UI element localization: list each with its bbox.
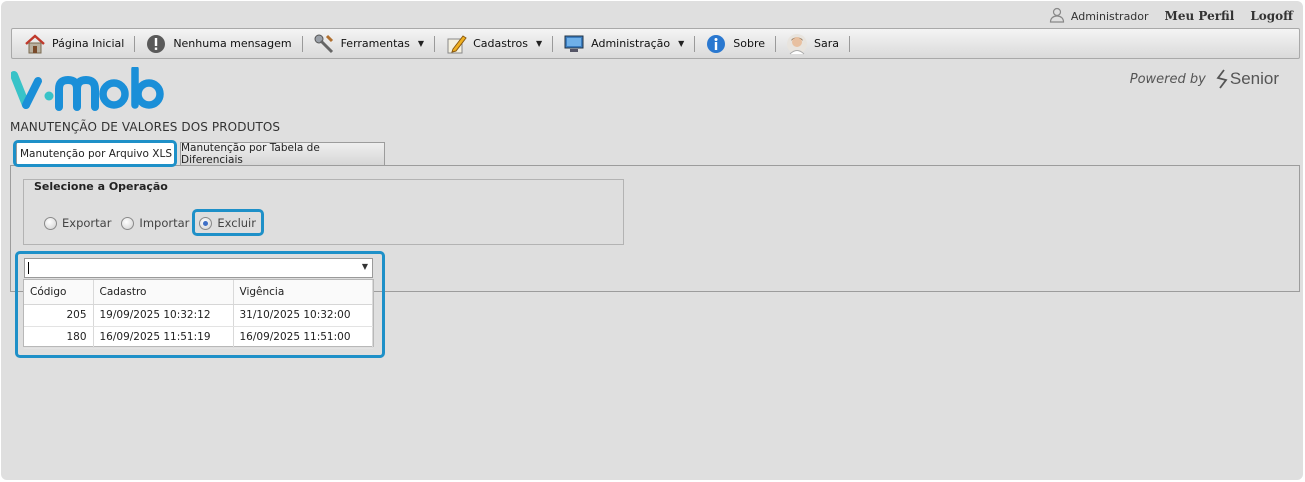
logoff-link[interactable]: Logoff [1250,9,1293,23]
menu-home-label: Página Inicial [52,37,125,50]
vimob-logo [10,65,171,116]
column-header-cadastro[interactable]: Cadastro [93,280,234,305]
cell-cadastro: 16/09/2025 11:51:19 [93,326,234,349]
menu-separator [301,35,303,52]
current-user: Administrador [1049,7,1149,26]
user-icon [1049,7,1065,26]
chevron-down-icon: ▼ [678,39,685,48]
menu-separator [434,35,436,52]
assistant-avatar-icon [786,33,808,55]
menu-messages-label: Nenhuma mensagem [173,37,292,50]
menu-separator [552,35,554,52]
menu-separator [694,35,696,52]
radio-export[interactable]: Exportar [44,216,111,230]
radio-delete[interactable]: Excluir [199,216,256,230]
profile-link[interactable]: Meu Perfil [1165,9,1235,23]
radio-export-button[interactable] [44,216,57,230]
menu-separator [849,35,851,52]
table-row[interactable]: 180 16/09/2025 11:51:19 16/09/2025 11:51… [24,326,373,349]
menu-separator [134,35,136,52]
page-title: MANUTENÇÃO DE VALORES DOS PRODUTOS [10,120,281,134]
menu-administration[interactable]: Administração ▼ [563,29,694,58]
menu-about-label: Sobre [733,37,766,50]
menu-assistant[interactable]: Sara [786,29,849,58]
tab-differential-table[interactable]: Manutenção por Tabela de Diferenciais [180,142,385,166]
menu-separator [775,35,777,52]
powered-by-label: Powered by [1129,71,1206,87]
app-frame: Administrador Meu Perfil Logoff Página I… [1,1,1303,480]
table-row[interactable]: 205 19/09/2025 10:32:12 31/10/2025 10:32… [24,304,373,327]
alert-icon [145,33,167,55]
menu-tools[interactable]: Ferramentas ▼ [313,29,434,58]
operation-radio-group: Exportar Importar Excluir [44,214,266,232]
version-combobox[interactable]: ▼ [24,258,373,278]
operation-legend: Selecione a Operação [31,180,171,193]
tab-xls-file[interactable]: Manutenção por Arquivo XLS [16,142,176,165]
monitor-icon [563,33,585,55]
combobox-dropdown-grid: Código Cadastro Vigência 205 19/09/2025 … [23,279,374,349]
home-icon [24,33,46,55]
column-header-codigo[interactable]: Código [24,280,94,305]
tools-icon [313,33,335,55]
radio-delete-button[interactable] [199,216,213,230]
menu-registrations-label: Cadastros [473,37,528,50]
cell-codigo: 180 [24,326,94,349]
menu-registrations[interactable]: Cadastros ▼ [445,29,552,58]
radio-delete-label: Excluir [217,216,256,230]
powered-by: Powered by Senior [1130,69,1279,89]
cell-vigencia: 31/10/2025 10:32:00 [233,304,373,327]
column-header-vigencia[interactable]: Vigência [233,280,373,305]
menu-messages[interactable]: Nenhuma mensagem [145,29,301,58]
menu-administration-label: Administração [591,37,671,50]
cell-codigo: 205 [24,304,94,327]
user-bar: Administrador Meu Perfil Logoff [1049,6,1293,26]
chevron-down-icon: ▼ [417,39,425,48]
menu-tools-label: Ferramentas [340,37,410,50]
chevron-down-icon: ▼ [536,39,543,48]
senior-logo-icon [1216,69,1228,89]
radio-export-label: Exportar [62,216,112,230]
text-cursor [28,262,29,274]
user-name: Administrador [1070,9,1149,23]
senior-brand-label: Senior [1229,69,1279,88]
cell-vigencia: 16/09/2025 11:51:00 [233,326,373,349]
menu-assistant-label: Sara [814,37,840,50]
cell-cadastro: 19/09/2025 10:32:12 [93,304,234,327]
chevron-down-icon[interactable]: ▼ [362,262,368,271]
menu-about[interactable]: Sobre [705,29,775,58]
radio-import-label: Importar [139,216,190,230]
menu-home[interactable]: Página Inicial [24,29,134,58]
info-icon [705,33,727,55]
senior-brand: Senior [1216,69,1279,89]
main-menu-bar: Página Inicial Nenhuma mensagem Ferramen… [11,28,1300,59]
radio-import-button[interactable] [121,216,135,230]
radio-import[interactable]: Importar [121,216,189,230]
pencil-icon [445,33,467,55]
